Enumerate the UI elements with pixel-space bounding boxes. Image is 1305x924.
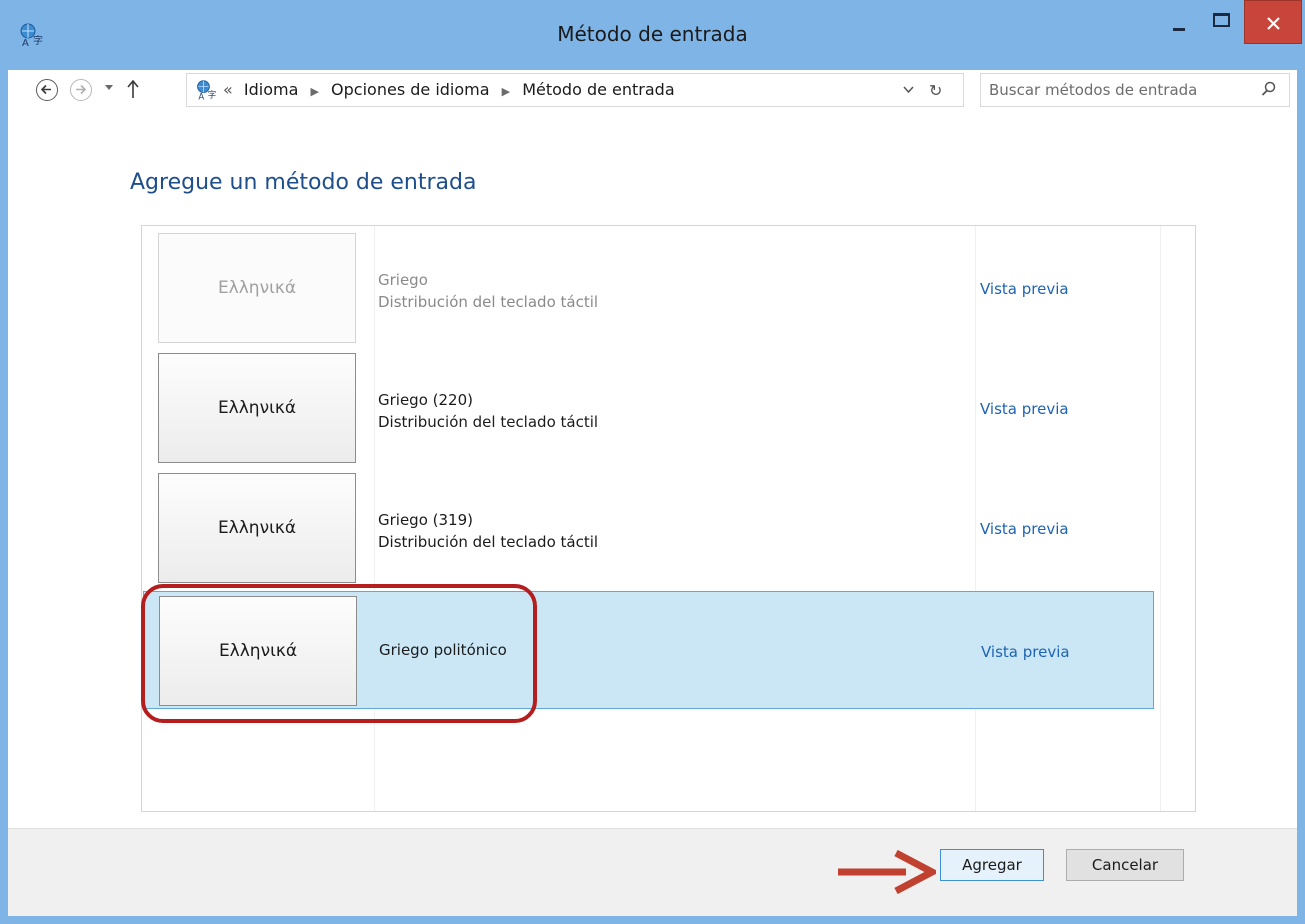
refresh-icon[interactable]: ↻: [929, 81, 942, 100]
method-name: Griego: [378, 271, 428, 289]
back-icon: [40, 84, 51, 95]
search-icon[interactable]: [1261, 81, 1277, 97]
window: A 字 Método de entrada A 字 « Idioma ▶ Opc…: [0, 0, 1305, 924]
input-method-list: Ελληνικά Griego Distribución del teclado…: [141, 225, 1196, 812]
breadcrumb-separator-icon[interactable]: ▶: [502, 85, 510, 98]
title-bar: A 字 Método de entrada: [0, 0, 1305, 70]
list-item[interactable]: Ελληνικά Griego (220) Distribución del t…: [142, 348, 1195, 466]
close-icon: [1267, 17, 1280, 30]
method-description: Griego Distribución del teclado táctil: [378, 269, 598, 313]
keyboard-preview: Ελληνικά: [158, 233, 356, 343]
up-arrow-icon[interactable]: [126, 79, 140, 99]
chevron-down-icon[interactable]: [903, 86, 914, 94]
preview-link[interactable]: Vista previa: [980, 400, 1069, 418]
search-box[interactable]: [980, 73, 1290, 107]
footer: Agregar Cancelar: [8, 828, 1297, 916]
list-item[interactable]: Ελληνικά Griego Distribución del teclado…: [142, 228, 1195, 346]
address-box[interactable]: A 字 « Idioma ▶ Opciones de idioma ▶ Méto…: [186, 73, 964, 107]
list-item[interactable]: Ελληνικά Griego (319) Distribución del t…: [142, 468, 1195, 586]
svg-text:A: A: [198, 91, 204, 101]
preview-link[interactable]: Vista previa: [981, 643, 1070, 661]
svg-text:字: 字: [208, 90, 216, 100]
window-title: Método de entrada: [557, 22, 748, 46]
chevron-down-icon[interactable]: [104, 84, 114, 92]
keyboard-preview: Ελληνικά: [158, 473, 356, 583]
arrow-annotation-icon: [838, 849, 936, 895]
maximize-icon: [1213, 13, 1230, 27]
minimize-icon: [1173, 28, 1185, 31]
close-button[interactable]: [1244, 0, 1302, 44]
search-input[interactable]: [989, 79, 1249, 101]
breadcrumb-opciones[interactable]: Opciones de idioma: [331, 80, 490, 99]
page-title: Agregue un método de entrada: [130, 170, 477, 195]
keyboard-preview: Ελληνικά: [158, 353, 356, 463]
method-name: Griego (319): [378, 511, 473, 529]
breadcrumb: « Idioma ▶ Opciones de idioma ▶ Método d…: [223, 80, 675, 99]
method-name: Griego (220): [378, 391, 473, 409]
breadcrumb-metodo[interactable]: Método de entrada: [522, 80, 674, 99]
maximize-button[interactable]: [1203, 0, 1241, 44]
minimize-button[interactable]: [1160, 0, 1198, 44]
annotation-highlight: [141, 584, 537, 723]
breadcrumb-separator-icon[interactable]: ▶: [310, 85, 318, 98]
forward-icon: [76, 84, 87, 95]
method-description: Griego (220) Distribución del teclado tá…: [378, 389, 598, 433]
add-button[interactable]: Agregar: [940, 849, 1044, 881]
cancel-button[interactable]: Cancelar: [1066, 849, 1184, 881]
method-type: Distribución del teclado táctil: [378, 293, 599, 311]
address-bar: A 字 « Idioma ▶ Opciones de idioma ▶ Méto…: [8, 70, 1297, 118]
language-icon: A 字: [197, 80, 216, 101]
breadcrumb-idioma[interactable]: Idioma: [244, 80, 299, 99]
method-description: Griego (319) Distribución del teclado tá…: [378, 509, 598, 553]
preview-link[interactable]: Vista previa: [980, 520, 1069, 538]
back-button[interactable]: [36, 79, 58, 101]
method-type: Distribución del teclado táctil: [378, 533, 599, 551]
preview-link[interactable]: Vista previa: [980, 280, 1069, 298]
breadcrumb-overflow[interactable]: «: [223, 80, 233, 99]
method-type: Distribución del teclado táctil: [378, 413, 599, 431]
forward-button[interactable]: [70, 79, 92, 101]
